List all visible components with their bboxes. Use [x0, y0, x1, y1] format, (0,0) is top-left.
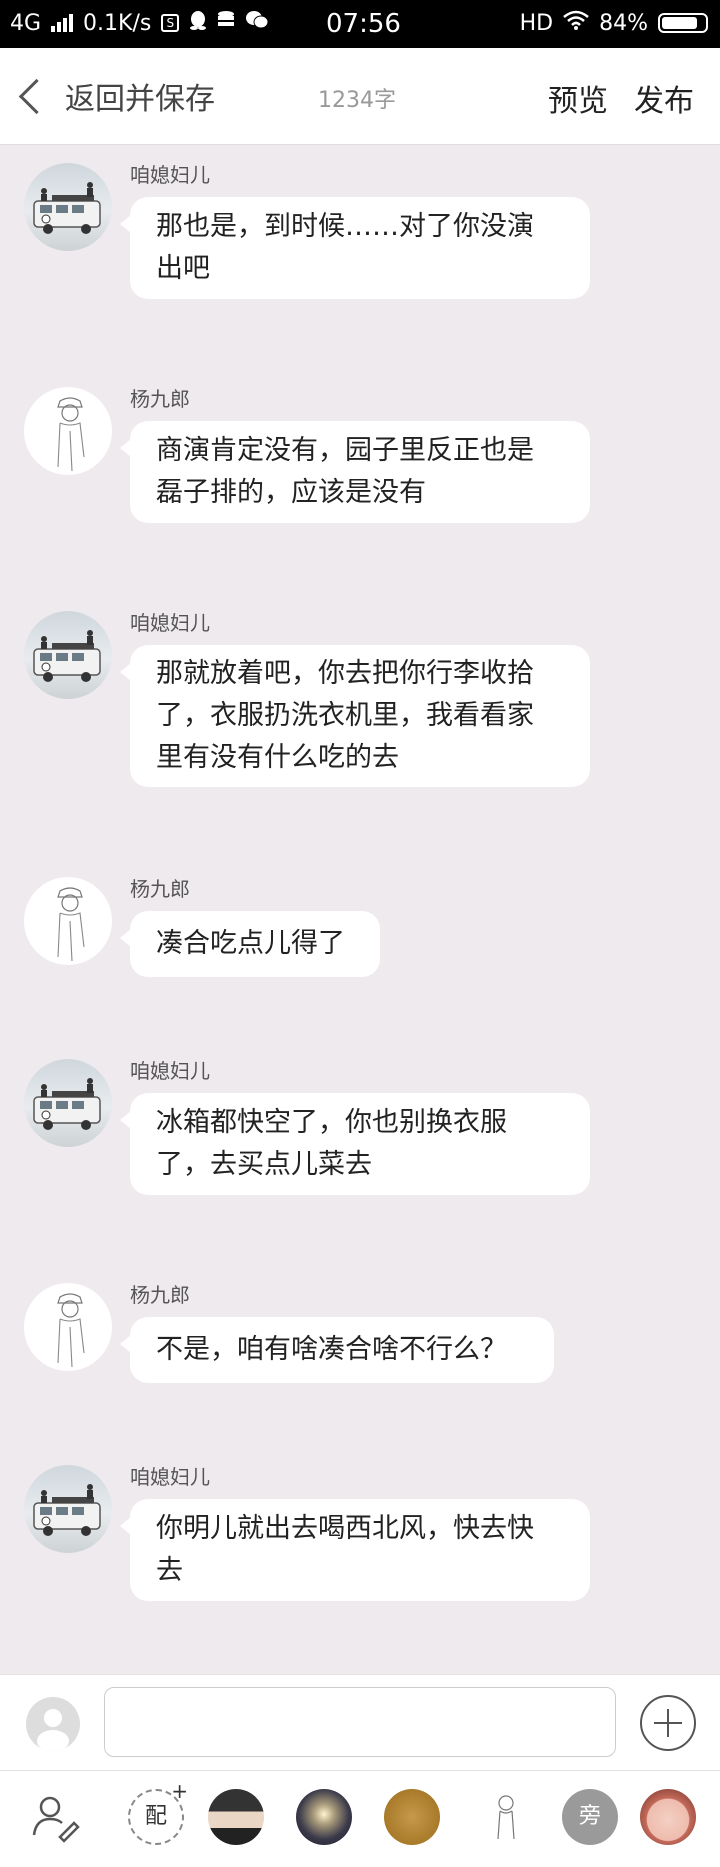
character-avatar-1[interactable] [208, 1789, 264, 1845]
message-line: 出吧 [156, 253, 210, 284]
pei-label: 配 [144, 1804, 167, 1829]
pei-button[interactable]: 配 + [128, 1781, 188, 1845]
message-line: 里有没有什么吃的去 [156, 742, 399, 773]
van-avatar[interactable] [24, 611, 112, 699]
message-line: 那也是，到时候……对了你没演 [156, 211, 534, 242]
database-icon [217, 10, 235, 36]
character-bar: 配 + 旁 [0, 1770, 720, 1867]
battery-percent: 84% [599, 10, 648, 36]
message-line: 商演肯定没有，园子里反正也是 [156, 435, 534, 466]
app-header: 返回并保存 1234字 预览 发布 [0, 48, 720, 145]
sketch-avatar[interactable] [24, 877, 112, 965]
sender-name: 咱媳妇儿 [130, 1465, 210, 1489]
message-input[interactable] [104, 1687, 616, 1757]
plus-icon: + [171, 1779, 188, 1803]
hd-indicator: HD [519, 10, 554, 36]
back-save-button[interactable]: 返回并保存 [14, 74, 215, 118]
sender-name: 咱媳妇儿 [130, 163, 210, 187]
van-avatar[interactable] [24, 1059, 112, 1147]
preview-button[interactable]: 预览 [548, 76, 608, 120]
signal-icon [51, 14, 74, 32]
sketch-avatar[interactable] [24, 387, 112, 475]
message-line: 那就放着吧，你去把你行李收拾 [156, 658, 534, 689]
message-bubble[interactable]: 那也是，到时候……对了你没演 出吧 [120, 197, 590, 299]
sender-name: 杨九郎 [130, 387, 190, 411]
message-line: 了，衣服扔洗衣机里，我看看家 [156, 700, 534, 731]
message-bubble[interactable]: 冰箱都快空了，你也别换衣服 了，去买点儿菜去 [120, 1093, 590, 1195]
message-bubble[interactable]: 那就放着吧，你去把你行李收拾 了，衣服扔洗衣机里，我看看家 里有没有什么吃的去 [120, 645, 590, 787]
wechat-icon [245, 10, 269, 36]
sender-name: 咱媳妇儿 [130, 611, 210, 635]
qq-icon [189, 10, 207, 36]
message-line: 凑合吃点儿得了 [156, 928, 345, 959]
van-avatar[interactable] [24, 1465, 112, 1553]
sender-name: 杨九郎 [130, 877, 190, 901]
network-speed: 0.1K/s [83, 10, 152, 36]
character-avatar-2[interactable] [296, 1789, 352, 1845]
sender-name: 咱媳妇儿 [130, 1059, 210, 1083]
status-bar: 4G 0.1K/s S 07:56 HD 84% [0, 0, 720, 48]
message-bubble[interactable]: 凑合吃点儿得了 [120, 911, 380, 977]
message-line: 磊子排的，应该是没有 [156, 477, 426, 508]
s-app-icon: S [161, 14, 180, 32]
message-bubble[interactable]: 不是，咱有啥凑合啥不行么？ [120, 1317, 554, 1383]
narration-button[interactable]: 旁 [562, 1789, 618, 1845]
user-placeholder-icon[interactable] [26, 1697, 80, 1751]
clock: 07:56 [326, 9, 401, 39]
word-count: 1234字 [318, 88, 396, 113]
message-line: 去 [156, 1555, 183, 1586]
character-avatar-5[interactable] [640, 1789, 696, 1845]
message-bubble[interactable]: 你明儿就出去喝西北风，快去快 去 [120, 1499, 590, 1601]
sketch-avatar[interactable] [24, 1283, 112, 1371]
add-button[interactable] [640, 1695, 696, 1751]
message-line: 你明儿就出去喝西北风，快去快 [156, 1513, 534, 1544]
edit-user-icon[interactable] [28, 1789, 84, 1845]
message-input-area [0, 1674, 720, 1771]
message-line: 不是，咱有啥凑合啥不行么？ [156, 1334, 507, 1365]
message-bubble[interactable]: 商演肯定没有，园子里反正也是 磊子排的，应该是没有 [120, 421, 590, 523]
wifi-icon [563, 10, 589, 36]
battery-icon [658, 13, 708, 33]
message-line: 冰箱都快空了，你也别换衣服 [156, 1107, 507, 1138]
chevron-left-icon [18, 78, 55, 114]
character-avatar-4[interactable] [478, 1789, 534, 1845]
pang-label: 旁 [578, 1804, 601, 1829]
van-avatar[interactable] [24, 163, 112, 251]
back-save-label: 返回并保存 [65, 82, 215, 117]
sender-name: 杨九郎 [130, 1283, 190, 1307]
character-avatar-3[interactable] [384, 1789, 440, 1845]
network-type: 4G [10, 10, 42, 36]
publish-button[interactable]: 发布 [634, 76, 694, 120]
message-line: 了，去买点儿菜去 [156, 1149, 372, 1180]
